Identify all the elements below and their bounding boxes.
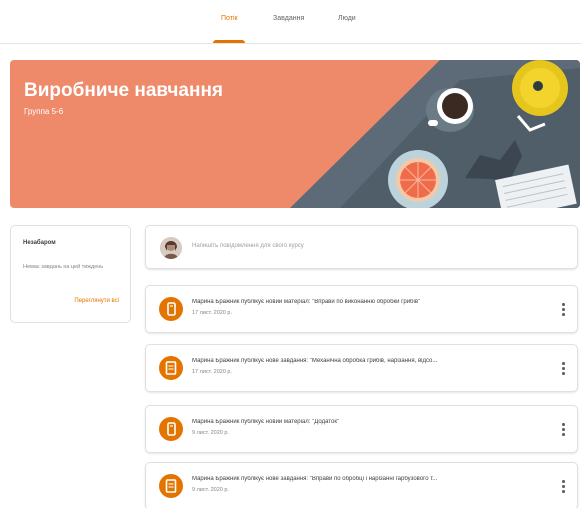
assignment-icon: [159, 356, 183, 380]
feed-item-date: 17 лист. 2020 р.: [192, 369, 232, 375]
user-photo-icon: [160, 237, 182, 259]
assignment-icon: [159, 474, 183, 498]
announce-input[interactable]: Напишіть повідомлення для свого курсу: [145, 225, 578, 269]
class-banner: Виробниче навчання Группа 5-6: [10, 60, 580, 208]
announce-placeholder: Напишіть повідомлення для свого курсу: [192, 243, 304, 249]
more-options-icon[interactable]: [557, 477, 569, 495]
upcoming-empty-text: Немає завдань на цей тиждень: [23, 264, 104, 270]
tab-people[interactable]: Люди: [338, 15, 356, 22]
material-icon: [159, 297, 183, 321]
more-options-icon[interactable]: [557, 359, 569, 377]
tab-stream[interactable]: Потік: [221, 15, 238, 22]
avatar: [160, 237, 182, 259]
feed-item-title: Марина Бражник публікує нове завдання: "…: [192, 358, 438, 364]
more-options-icon[interactable]: [557, 420, 569, 438]
feed-item-title: Марина Бражник публікує новий матеріал: …: [192, 299, 421, 305]
feed-item-title: Марина Бражник публікує нове завдання: "…: [192, 476, 438, 482]
class-title: Виробниче навчання: [24, 80, 224, 101]
feed-item[interactable]: Марина Бражник публікує нове завдання: "…: [145, 462, 578, 508]
more-options-icon[interactable]: [557, 300, 569, 318]
feed-item-date: 17 лист. 2020 р.: [192, 310, 232, 316]
feed-item-title: Марина Бражник публікує новий матеріал: …: [192, 419, 340, 425]
feed-item[interactable]: Марина Бражник публікує новий матеріал: …: [145, 285, 578, 333]
upcoming-card: Незабаром Немає завдань на цей тиждень П…: [10, 225, 131, 323]
active-tab-indicator: [213, 40, 245, 43]
feed-item-date: 9 лист. 2020 р.: [192, 487, 229, 493]
upcoming-title: Незабаром: [23, 240, 56, 246]
class-section: Группа 5-6: [24, 107, 64, 116]
feed-item[interactable]: Марина Бражник публікує новий матеріал: …: [145, 405, 578, 453]
feed-item[interactable]: Марина Бражник публікує нове завдання: "…: [145, 344, 578, 392]
view-all-link[interactable]: Переглянути всі: [74, 298, 119, 304]
top-tabs-bar: Потік Завдання Люди: [0, 0, 581, 44]
feed-item-date: 9 лист. 2020 р.: [192, 430, 229, 436]
tab-classwork[interactable]: Завдання: [273, 15, 304, 22]
material-icon: [159, 417, 183, 441]
